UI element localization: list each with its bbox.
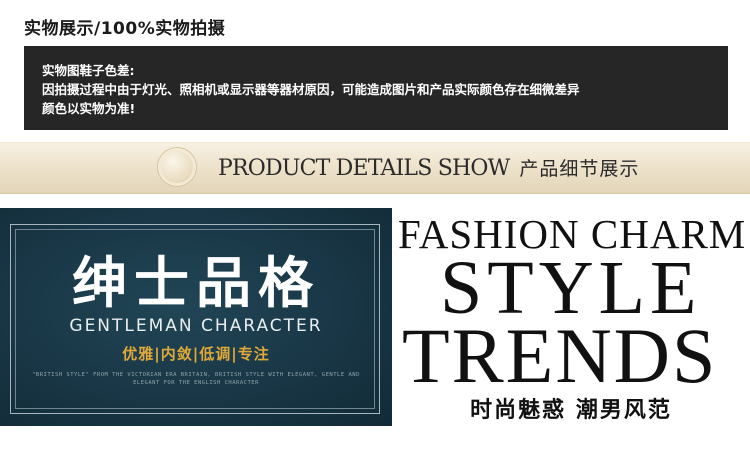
- notice-heading: 实物图鞋子色差:: [42, 63, 135, 78]
- page-title: 实物展示/100%实物拍摄: [24, 19, 226, 39]
- banner-english-text: PRODUCT DETAILS SHOW: [218, 156, 510, 181]
- banner-heading: PRODUCT DETAILS SHOW 产品细节展示: [218, 154, 639, 181]
- banner-circle-ornament: [158, 148, 196, 186]
- fashion-chinese-slogan: 时尚魅惑 潮男风范: [470, 398, 672, 423]
- gentleman-subtitle: GENTLEMAN CHARACTER: [69, 316, 323, 336]
- notice-footer: 颜色以实物为准!: [42, 101, 136, 116]
- gentleman-fine-print: "BRITISH STYLE" FROM THE VICTORIAN ERA B…: [32, 372, 360, 386]
- gentleman-title: 绅士品格: [71, 251, 320, 315]
- notice-body: 因拍摄过程中由于灯光、照相机或显示器等器材原因，可能造成图片和产品实际颜色存在细…: [42, 82, 580, 97]
- trends-heading: TRENDS: [402, 312, 718, 399]
- color-notice-box: 实物图鞋子色差: 因拍摄过程中由于灯光、照相机或显示器等器材原因，可能造成图片和…: [24, 46, 728, 130]
- banner-chinese-text: 产品细节展示: [519, 158, 640, 180]
- fashion-charm-panel: FASHION CHARM STYLE TRENDS 时尚魅惑 潮男风范: [392, 208, 750, 426]
- product-details-banner: PRODUCT DETAILS SHOW 产品细节展示: [0, 142, 750, 194]
- gentleman-tagline: 优雅|内敛|低调|专注: [122, 345, 270, 363]
- gentleman-character-panel: 绅士品格 GENTLEMAN CHARACTER 优雅|内敛|低调|专注 "BR…: [0, 208, 392, 426]
